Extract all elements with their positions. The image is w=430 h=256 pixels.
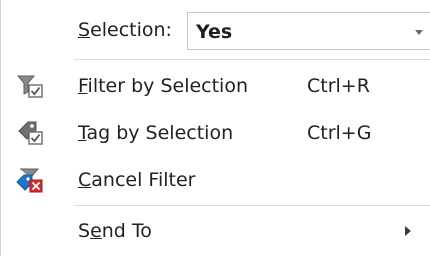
selection-label: Selection: (78, 19, 172, 41)
selection-value: Yes (196, 21, 233, 43)
tag-by-selection-shortcut: Ctrl+G (307, 122, 372, 144)
filter-by-selection-label: Filter by Selection (78, 75, 248, 97)
separator (74, 59, 430, 60)
filter-by-selection-shortcut: Ctrl+R (307, 75, 370, 97)
send-to-item[interactable]: Send To (1, 208, 430, 254)
cancel-filter-icon (16, 166, 44, 194)
tag-by-selection-icon (16, 119, 44, 147)
separator (74, 205, 430, 206)
selection-dropdown[interactable]: Yes (187, 12, 430, 50)
submenu-arrow-icon (405, 226, 411, 236)
cancel-filter-label: Cancel Filter (78, 169, 196, 191)
filter-by-selection-icon (16, 72, 44, 100)
tag-by-selection-item[interactable]: Tag by Selection Ctrl+G (1, 110, 430, 156)
selection-row: Selection: Yes (1, 7, 430, 55)
context-menu: Selection: Yes Filter by Selection Ctrl+… (0, 0, 430, 256)
chevron-down-icon[interactable] (415, 30, 423, 35)
tag-by-selection-label: Tag by Selection (78, 122, 234, 144)
send-to-label: Send To (78, 220, 152, 242)
cancel-filter-item[interactable]: Cancel Filter (1, 157, 430, 203)
filter-by-selection-item[interactable]: Filter by Selection Ctrl+R (1, 63, 430, 109)
